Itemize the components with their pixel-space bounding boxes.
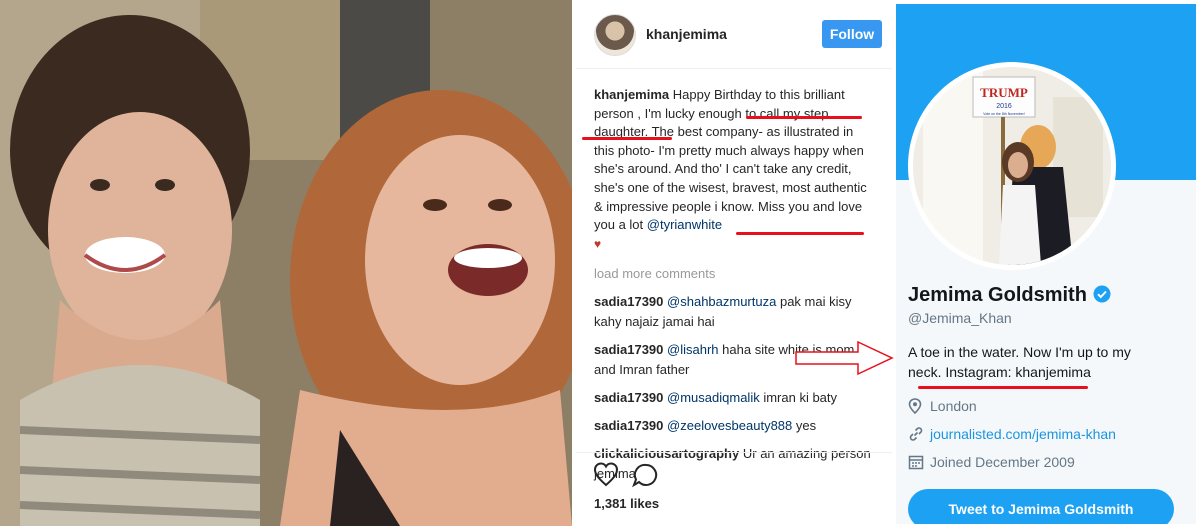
twitter-profile-panel: TRUMP 2016 Vote on the 8th November! Jem… [896, 4, 1196, 524]
profile-joined: Joined December 2009 [908, 454, 1075, 473]
comment-item: sadia17390 @musadiqmalik imran ki baty [594, 388, 876, 408]
link-icon [908, 426, 926, 445]
post-header: khanjemima Follow [576, 0, 892, 69]
comment-mention[interactable]: @lisahrh [667, 342, 719, 357]
heart-emoji: ♥ [594, 236, 602, 251]
comment-text: yes [795, 417, 817, 433]
follow-button[interactable]: Follow [822, 20, 882, 48]
selfie-photo [0, 0, 572, 526]
selfie-photo-illustration [0, 0, 572, 526]
location-text: London [930, 398, 977, 415]
sign-text: TRUMP [980, 85, 1028, 100]
comment-username[interactable]: sadia17390 [594, 294, 663, 309]
joined-text: Joined December 2009 [930, 454, 1075, 471]
sign-year: 2016 [996, 103, 1012, 110]
instagram-post-panel: khanjemima Follow khanjemima Happy Birth… [576, 0, 892, 526]
comment-item: sadia17390 @zeelovesbeauty888 yes [594, 416, 876, 436]
divider [576, 452, 892, 453]
comment-mention[interactable]: @shahbazmurtuza [667, 294, 776, 309]
calendar-icon [908, 454, 926, 473]
profile-name: Jemima Goldsmith [908, 284, 1111, 307]
comment-mention[interactable]: @zeelovesbeauty888 [667, 418, 792, 433]
comment-username[interactable]: sadia17390 [594, 342, 663, 357]
caption-mention[interactable]: @tyrianwhite [647, 217, 722, 232]
annotation-underline [918, 386, 1088, 389]
location-pin-icon [908, 398, 926, 417]
comment-username[interactable]: sadia17390 [594, 390, 663, 405]
website-link[interactable]: journalisted.com/jemima-khan [930, 426, 1116, 442]
heart-icon[interactable] [593, 462, 619, 487]
avatar[interactable] [594, 14, 636, 56]
profile-avatar[interactable]: TRUMP 2016 Vote on the 8th November! [908, 62, 1116, 270]
post-caption: khanjemima Happy Birthday to this brilli… [594, 86, 876, 253]
comment-text: imran ki baty [763, 389, 838, 405]
profile-website: journalisted.com/jemima-khan [908, 426, 1116, 445]
profile-bio: A toe in the water. Now I'm up to my nec… [908, 344, 1131, 380]
comment-username[interactable]: sadia17390 [594, 418, 663, 433]
tweet-to-button[interactable]: Tweet to Jemima Goldsmith [908, 489, 1174, 524]
profile-name-text: Jemima Goldsmith [908, 284, 1087, 306]
load-more-comments[interactable]: load more comments [594, 265, 876, 284]
comment-username[interactable]: clickaliciousartography [594, 446, 739, 461]
annotation-arrow [795, 340, 894, 376]
comment-icon[interactable] [632, 463, 658, 488]
post-actions [593, 462, 674, 493]
caption-text: Happy Birthday to this brilliant person … [594, 87, 867, 233]
comment-item: sadia17390 @shahbazmurtuza pak mai kisy … [594, 292, 876, 332]
profile-photo: TRUMP 2016 Vote on the 8th November! [913, 67, 1111, 265]
annotation-underline [736, 232, 864, 235]
annotation-underline [746, 116, 862, 119]
post-username[interactable]: khanjemima [646, 26, 727, 42]
annotation-underline [582, 137, 672, 140]
comment-mention[interactable]: @musadiqmalik [667, 390, 760, 405]
profile-handle[interactable]: @Jemima_Khan [908, 310, 1012, 326]
verified-icon [1093, 285, 1110, 303]
likes-count[interactable]: 1,381 likes [594, 496, 659, 511]
profile-location: London [908, 398, 977, 417]
sign-subtext: Vote on the 8th November! [983, 112, 1025, 116]
caption-username[interactable]: khanjemima [594, 87, 669, 102]
